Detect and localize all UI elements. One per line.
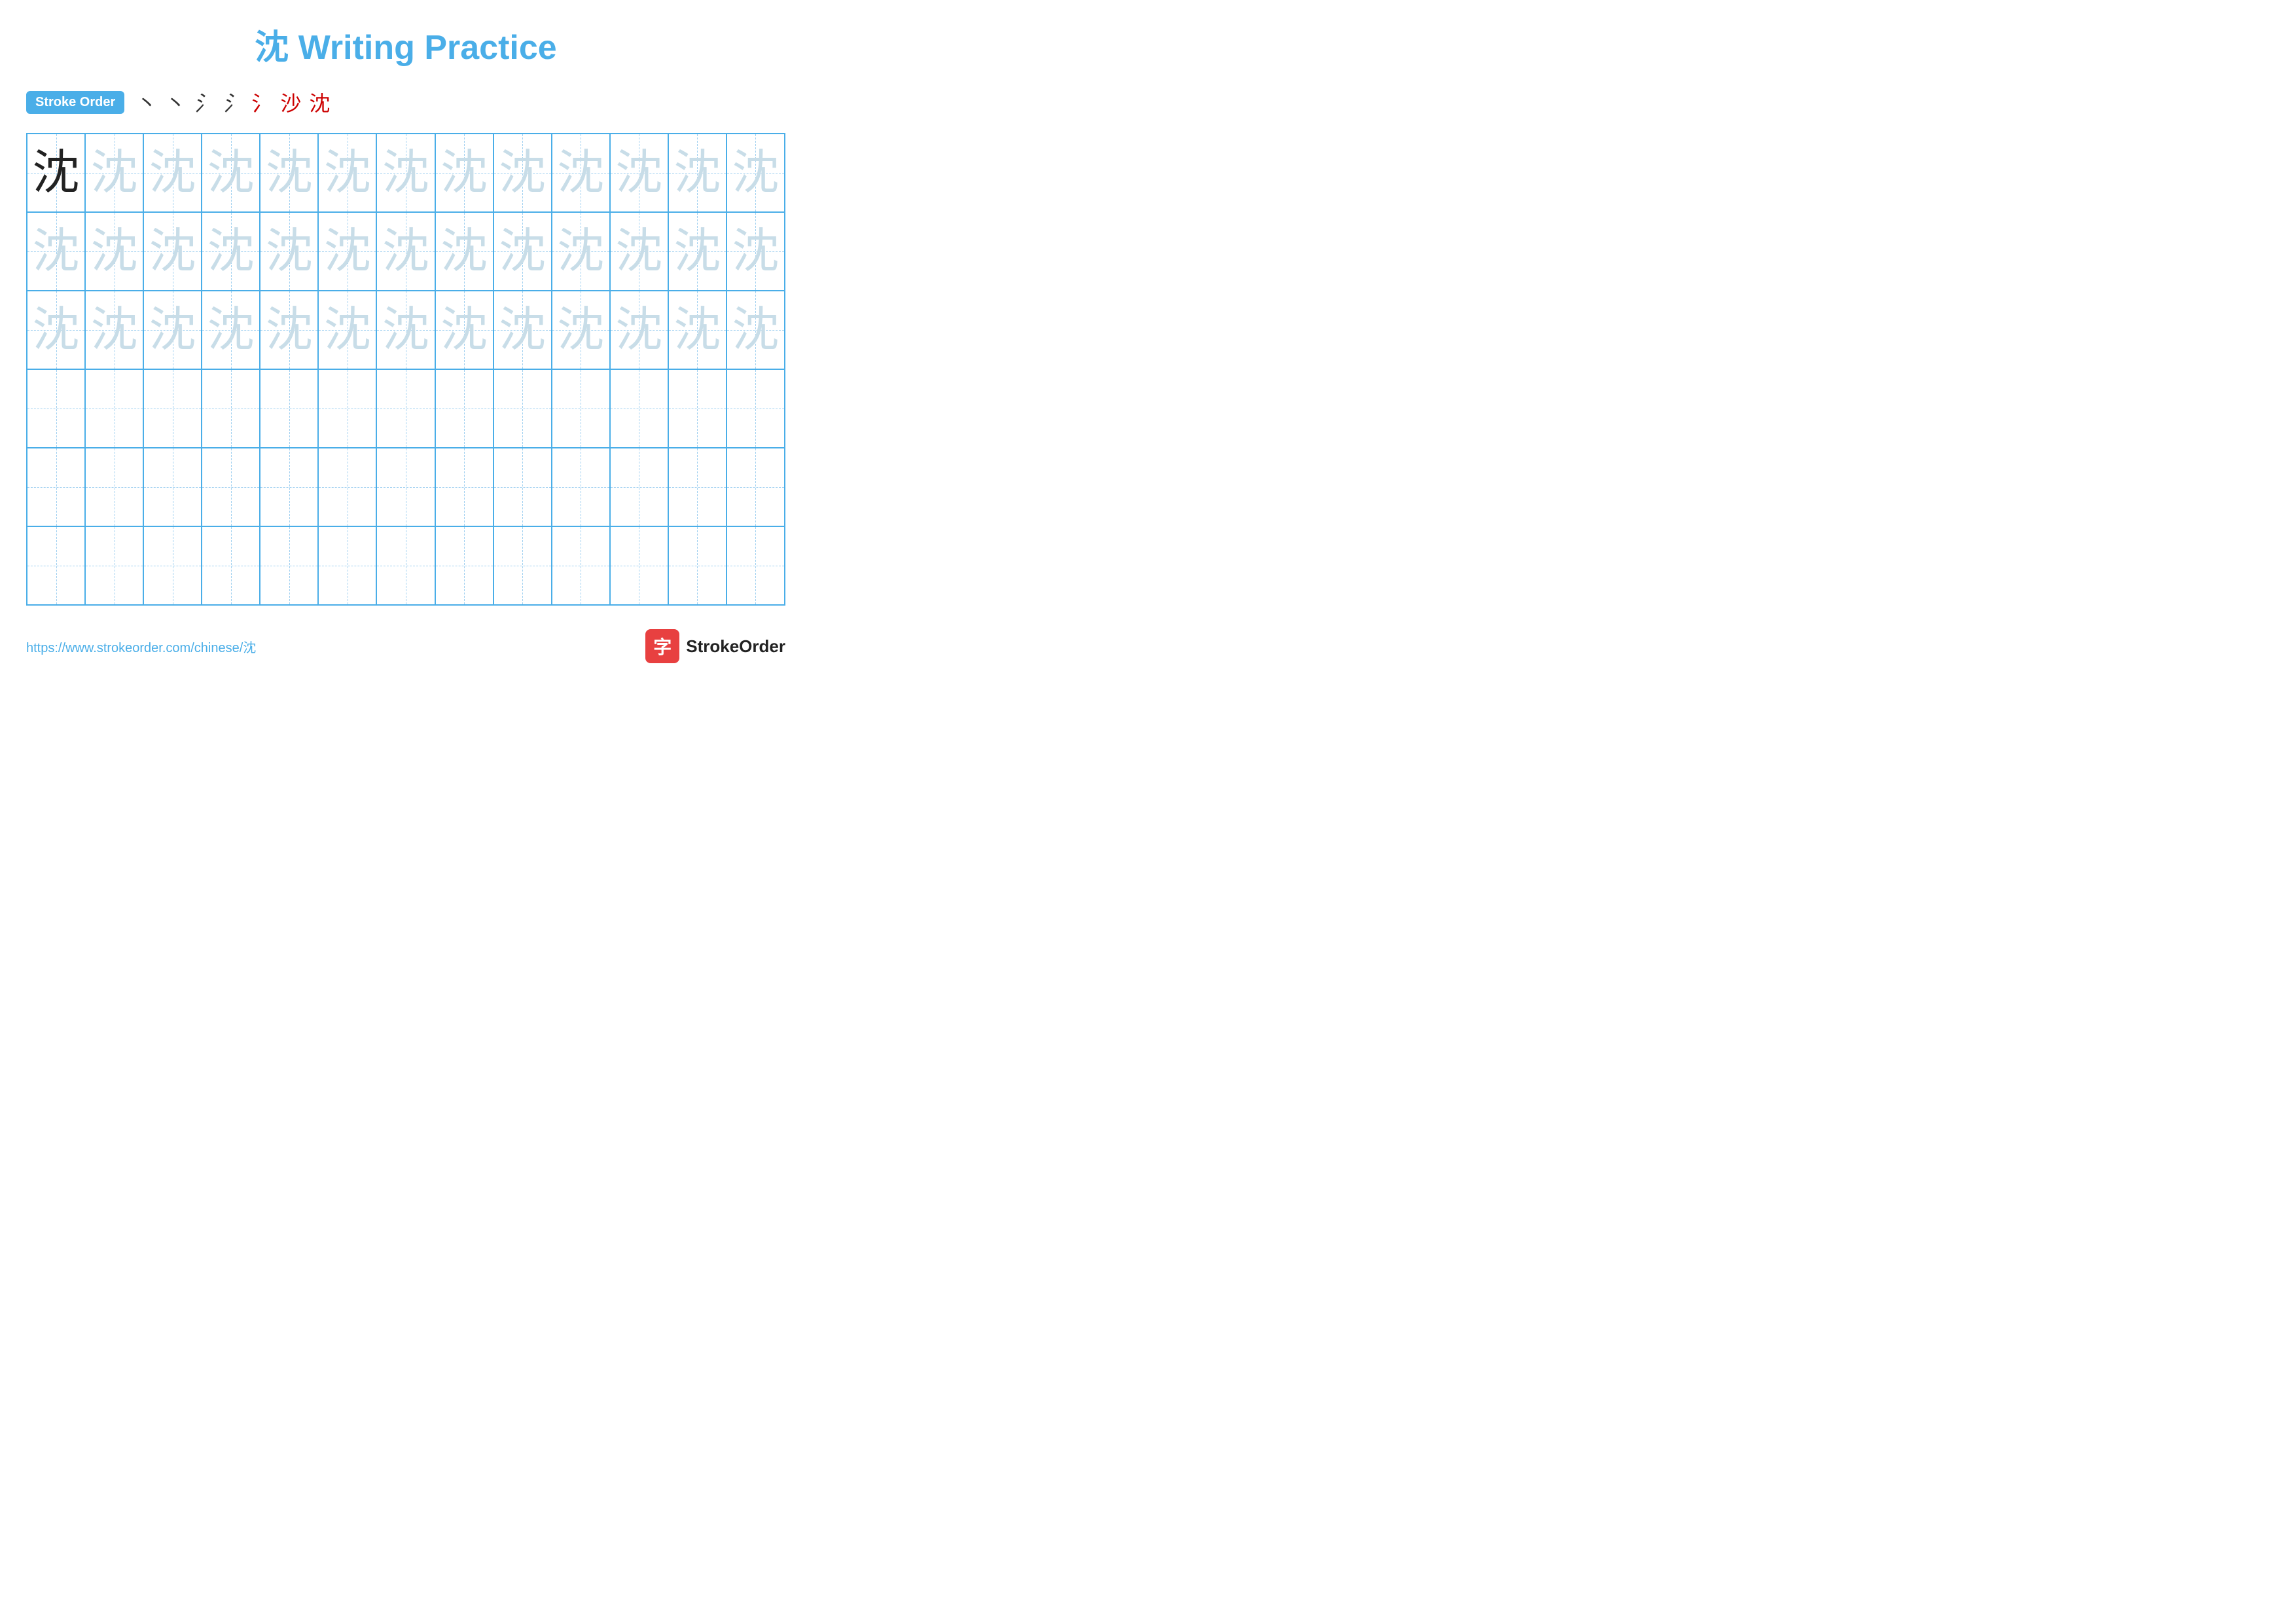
grid-cell[interactable] bbox=[493, 448, 552, 526]
grid-cell[interactable] bbox=[318, 526, 376, 605]
grid-cell[interactable]: 沈 bbox=[552, 134, 610, 212]
grid-cell[interactable] bbox=[435, 526, 493, 605]
grid-cell[interactable]: 沈 bbox=[376, 212, 435, 291]
grid-cell[interactable]: 沈 bbox=[260, 134, 318, 212]
grid-cell[interactable]: 沈 bbox=[318, 134, 376, 212]
grid-cell[interactable]: 沈 bbox=[85, 134, 143, 212]
grid-cell[interactable]: 沈 bbox=[85, 291, 143, 369]
grid-cell[interactable]: 沈 bbox=[202, 212, 260, 291]
grid-cell[interactable] bbox=[27, 448, 85, 526]
grid-cell[interactable]: 沈 bbox=[260, 212, 318, 291]
stroke-7: 沈 bbox=[309, 87, 330, 117]
grid-cell[interactable] bbox=[143, 526, 202, 605]
page-title: 沈 Writing Practice bbox=[26, 20, 785, 69]
grid-cell[interactable]: 沈 bbox=[493, 134, 552, 212]
grid-cell[interactable]: 沈 bbox=[27, 134, 85, 212]
grid-cell[interactable] bbox=[668, 369, 726, 448]
stroke-sequence: 丶 丶 氵 氵 氵 沙 沈 bbox=[136, 87, 330, 117]
grid-cell[interactable] bbox=[85, 448, 143, 526]
stroke-order-row: Stroke Order 丶 丶 氵 氵 氵 沙 沈 bbox=[26, 87, 785, 117]
grid-cell[interactable] bbox=[143, 369, 202, 448]
grid-cell[interactable]: 沈 bbox=[726, 134, 785, 212]
brand-logo: 字 StrokeOrder bbox=[645, 629, 785, 663]
grid-cell[interactable]: 沈 bbox=[435, 291, 493, 369]
grid-cell[interactable]: 沈 bbox=[493, 212, 552, 291]
grid-cell[interactable]: 沈 bbox=[610, 134, 668, 212]
grid-cell[interactable]: 沈 bbox=[143, 212, 202, 291]
grid-cell[interactable] bbox=[376, 369, 435, 448]
grid-cell[interactable]: 沈 bbox=[143, 134, 202, 212]
grid-cell[interactable]: 沈 bbox=[668, 134, 726, 212]
stroke-2: 丶 bbox=[165, 87, 186, 117]
grid-cell[interactable] bbox=[260, 448, 318, 526]
footer-url: https://www.strokeorder.com/chinese/沈 bbox=[26, 637, 256, 656]
grid-cell[interactable] bbox=[318, 369, 376, 448]
grid-cell[interactable] bbox=[493, 369, 552, 448]
grid-cell[interactable] bbox=[726, 448, 785, 526]
grid-cell[interactable]: 沈 bbox=[376, 291, 435, 369]
grid-cell[interactable]: 沈 bbox=[318, 212, 376, 291]
practice-grid: 沈沈沈沈沈沈沈沈沈沈沈沈沈沈沈沈沈沈沈沈沈沈沈沈沈沈沈沈沈沈沈沈沈沈沈沈沈沈沈 bbox=[26, 133, 785, 606]
grid-cell[interactable]: 沈 bbox=[610, 212, 668, 291]
grid-cell[interactable]: 沈 bbox=[610, 291, 668, 369]
grid-cell[interactable]: 沈 bbox=[435, 212, 493, 291]
grid-cell[interactable] bbox=[376, 448, 435, 526]
grid-cell[interactable]: 沈 bbox=[318, 291, 376, 369]
grid-cell[interactable] bbox=[260, 369, 318, 448]
grid-cell[interactable] bbox=[668, 526, 726, 605]
grid-cell[interactable]: 沈 bbox=[85, 212, 143, 291]
stroke-1: 丶 bbox=[136, 87, 157, 117]
grid-cell[interactable] bbox=[260, 526, 318, 605]
grid-cell[interactable]: 沈 bbox=[552, 212, 610, 291]
grid-cell[interactable] bbox=[85, 526, 143, 605]
grid-cell[interactable] bbox=[552, 526, 610, 605]
grid-cell[interactable]: 沈 bbox=[202, 291, 260, 369]
grid-cell[interactable] bbox=[435, 369, 493, 448]
grid-cell[interactable] bbox=[85, 369, 143, 448]
grid-cell[interactable]: 沈 bbox=[260, 291, 318, 369]
grid-cell[interactable] bbox=[202, 448, 260, 526]
grid-cell[interactable]: 沈 bbox=[726, 291, 785, 369]
grid-cell[interactable]: 沈 bbox=[726, 212, 785, 291]
grid-cell[interactable]: 沈 bbox=[435, 134, 493, 212]
grid-cell[interactable] bbox=[493, 526, 552, 605]
grid-cell[interactable]: 沈 bbox=[668, 291, 726, 369]
page-container: 沈 Writing Practice Stroke Order 丶 丶 氵 氵 … bbox=[26, 20, 785, 663]
grid-cell[interactable] bbox=[668, 448, 726, 526]
title-char: 沈 bbox=[255, 29, 289, 67]
grid-cell[interactable] bbox=[726, 369, 785, 448]
stroke-order-badge: Stroke Order bbox=[26, 91, 124, 114]
grid-cell[interactable]: 沈 bbox=[27, 291, 85, 369]
grid-cell[interactable] bbox=[143, 448, 202, 526]
title-rest: Writing Practice bbox=[289, 29, 556, 67]
stroke-5: 氵 bbox=[251, 87, 272, 117]
stroke-3: 氵 bbox=[194, 87, 215, 117]
grid-cell[interactable] bbox=[610, 448, 668, 526]
grid-cell[interactable] bbox=[376, 526, 435, 605]
grid-cell[interactable] bbox=[552, 369, 610, 448]
grid-cell[interactable] bbox=[27, 526, 85, 605]
grid-cell[interactable]: 沈 bbox=[493, 291, 552, 369]
grid-cell[interactable] bbox=[202, 369, 260, 448]
grid-cell[interactable]: 沈 bbox=[376, 134, 435, 212]
grid-cell[interactable]: 沈 bbox=[143, 291, 202, 369]
brand-icon: 字 bbox=[645, 629, 679, 663]
grid-cell[interactable]: 沈 bbox=[202, 134, 260, 212]
stroke-4: 氵 bbox=[223, 87, 243, 117]
brand-name: StrokeOrder bbox=[686, 636, 785, 657]
grid-cell[interactable] bbox=[726, 526, 785, 605]
stroke-6: 沙 bbox=[280, 87, 301, 117]
grid-cell[interactable] bbox=[552, 448, 610, 526]
grid-cell[interactable] bbox=[202, 526, 260, 605]
grid-cell[interactable] bbox=[27, 369, 85, 448]
grid-cell[interactable]: 沈 bbox=[27, 212, 85, 291]
grid-cell[interactable]: 沈 bbox=[668, 212, 726, 291]
grid-cell[interactable] bbox=[318, 448, 376, 526]
grid-cell[interactable] bbox=[610, 369, 668, 448]
footer: https://www.strokeorder.com/chinese/沈 字 … bbox=[26, 629, 785, 663]
grid-cell[interactable]: 沈 bbox=[552, 291, 610, 369]
grid-cell[interactable] bbox=[610, 526, 668, 605]
grid-cell[interactable] bbox=[435, 448, 493, 526]
